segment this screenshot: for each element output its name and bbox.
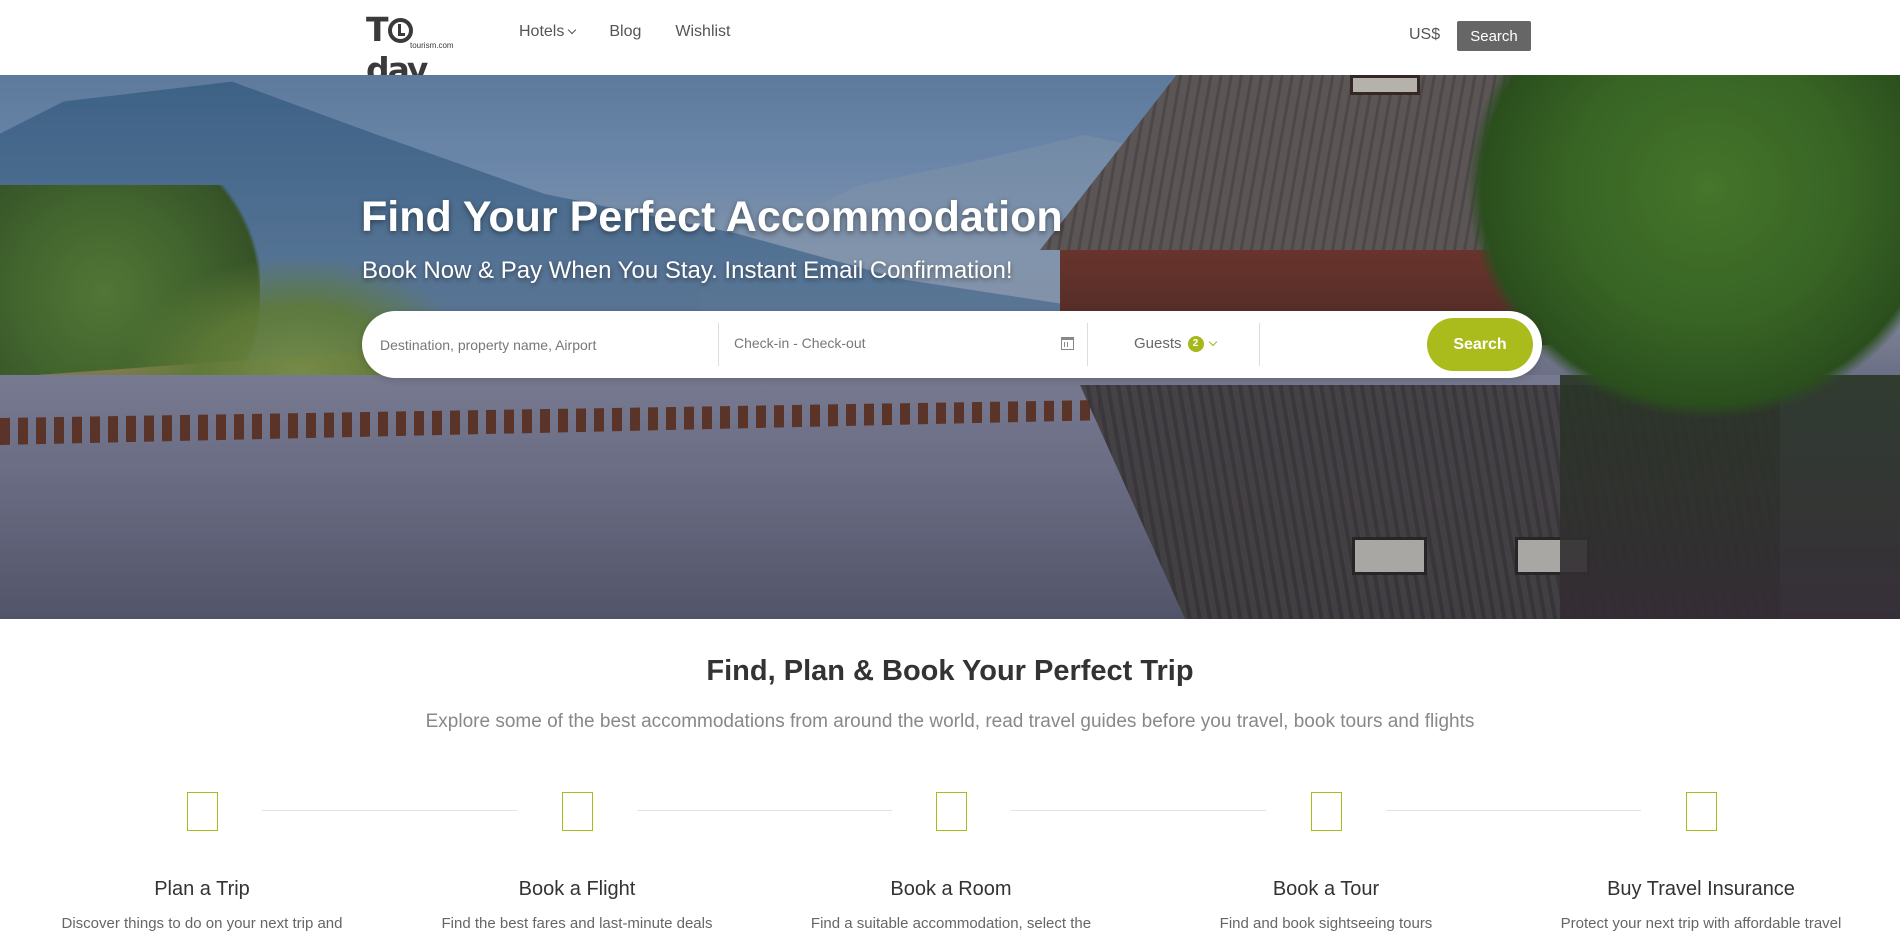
currency-selector[interactable]: US$ — [1409, 26, 1440, 44]
insurance-icon — [1686, 792, 1717, 831]
nav-item-label: Hotels — [519, 23, 565, 40]
clock-icon — [387, 18, 413, 43]
hero-subtitle: Book Now & Pay When You Stay. Instant Em… — [362, 257, 1013, 284]
feature-desc-plan-trip: Discover things to do on your next trip … — [61, 915, 343, 931]
feature-connector-line — [637, 810, 892, 811]
header-search-button[interactable]: Search — [1457, 21, 1531, 51]
feature-connector-line — [1011, 810, 1266, 811]
nav-item-label: Blog — [609, 23, 642, 40]
nav-item-hotels[interactable]: Hotels — [519, 23, 577, 41]
feature-desc-book-flight: Find the best fares and last-minute deal… — [441, 915, 713, 931]
hero-search-button[interactable]: Search — [1427, 318, 1533, 371]
search-divider — [1259, 323, 1260, 366]
search-divider — [1087, 323, 1088, 366]
feature-title-travel-insurance[interactable]: Buy Travel Insurance — [1511, 878, 1891, 901]
feature-desc-travel-insurance: Protect your next trip with affordable t… — [1560, 915, 1842, 931]
features-subtitle: Explore some of the best accommodations … — [425, 711, 1475, 732]
chevron-down-icon — [1208, 337, 1217, 346]
feature-connector-line — [1386, 810, 1641, 811]
chevron-down-icon — [568, 25, 577, 35]
feature-title-book-tour[interactable]: Book a Tour — [1136, 878, 1516, 901]
hero-title: Find Your Perfect Accommodation — [361, 193, 1063, 241]
tour-icon — [1311, 792, 1342, 831]
hero-banner: Find Your Perfect Accommodation Book Now… — [0, 75, 1900, 619]
guests-selector[interactable]: Guests 2 — [1134, 335, 1217, 352]
nav-item-label: Wishlist — [675, 23, 731, 40]
room-icon — [936, 792, 967, 831]
search-divider — [718, 323, 719, 366]
logo-subtext: tourism.com — [410, 41, 454, 50]
feature-desc-book-room: Find a suitable accommodation, select th… — [810, 915, 1092, 931]
flight-icon — [562, 792, 593, 831]
calendar-icon[interactable] — [1061, 337, 1074, 350]
feature-title-book-flight[interactable]: Book a Flight — [387, 878, 767, 901]
feature-desc-book-tour: Find and book sightseeing tours — [1219, 915, 1433, 931]
nav-item-wishlist[interactable]: Wishlist — [675, 23, 730, 41]
date-range-input[interactable] — [732, 311, 1092, 378]
guests-count-badge: 2 — [1187, 335, 1204, 352]
main-nav: Hotels Blog Wishlist — [519, 23, 765, 41]
features-title: Find, Plan & Book Your Perfect Trip — [706, 655, 1194, 687]
hotel-search-bar: Guests 2 Search — [362, 311, 1542, 378]
date-range-field[interactable] — [732, 311, 1092, 378]
site-header: Tday tourism.com Hotels Blog Wishlist US… — [0, 0, 1900, 89]
nav-item-blog[interactable]: Blog — [609, 23, 641, 41]
site-logo[interactable]: Tday tourism.com — [366, 10, 462, 89]
feature-title-book-room[interactable]: Book a Room — [761, 878, 1141, 901]
guests-label: Guests — [1134, 335, 1182, 352]
destination-input[interactable] — [380, 311, 720, 378]
trip-plan-icon — [187, 792, 218, 831]
feature-connector-line — [262, 810, 517, 811]
feature-title-plan-trip[interactable]: Plan a Trip — [12, 878, 392, 901]
